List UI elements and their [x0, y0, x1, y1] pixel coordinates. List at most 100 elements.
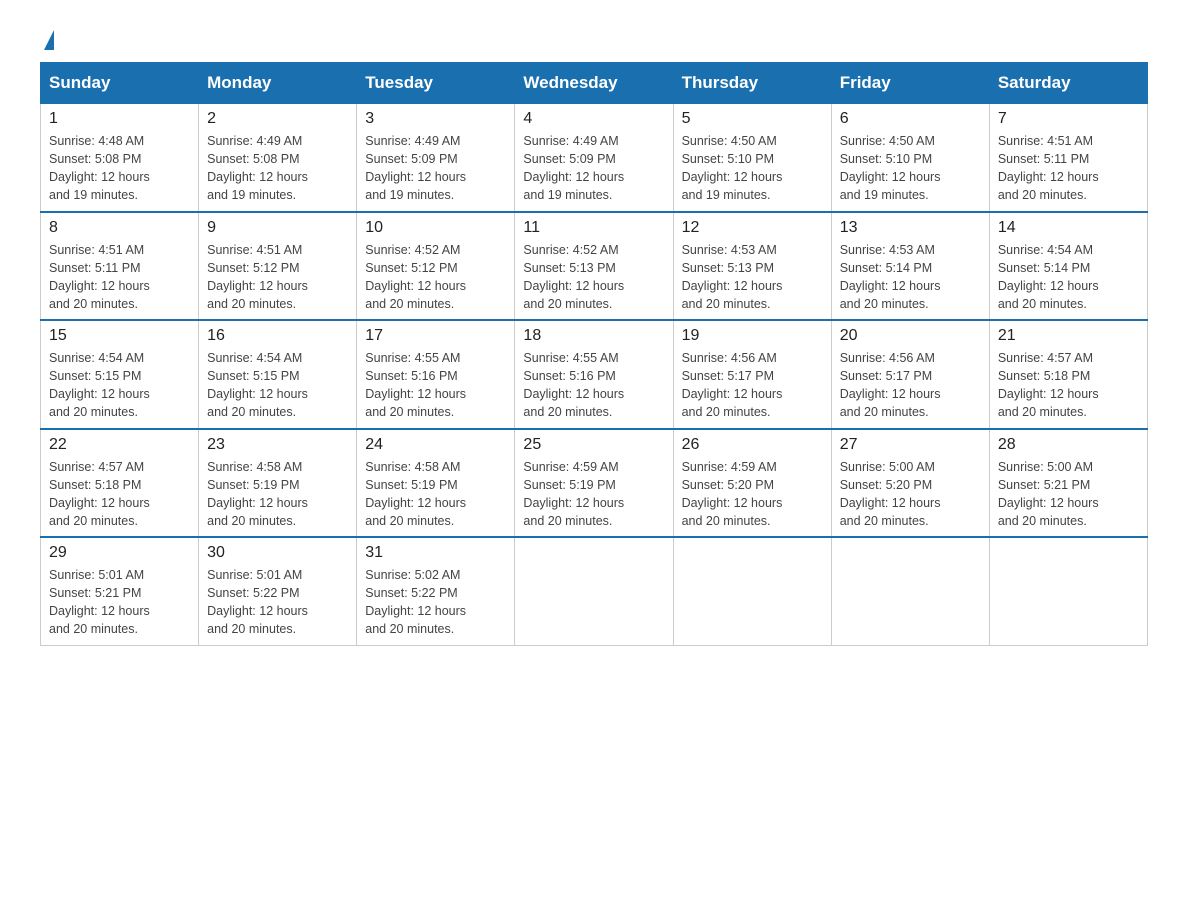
- day-number: 22: [49, 436, 190, 454]
- calendar-cell: 8Sunrise: 4:51 AMSunset: 5:11 PMDaylight…: [41, 212, 199, 321]
- calendar-cell: [831, 537, 989, 645]
- calendar-cell: 10 Sunrise: 4:52 AMSunset: 5:12 PMDayligh…: [357, 212, 515, 321]
- calendar-week-row: 15 Sunrise: 4:54 AMSunset: 5:15 PMDayligh…: [41, 320, 1148, 429]
- col-header-thursday: Thursday: [673, 63, 831, 104]
- calendar-cell: 16 Sunrise: 4:54 AMSunset: 5:15 PMDayligh…: [199, 320, 357, 429]
- calendar-cell: 12Sunrise: 4:53 AMSunset: 5:13 PMDayligh…: [673, 212, 831, 321]
- day-number: 30: [207, 544, 348, 562]
- day-info: Sunrise: 5:00 AMSunset: 5:21 PMDaylight:…: [998, 458, 1139, 531]
- col-header-monday: Monday: [199, 63, 357, 104]
- day-info: Sunrise: 5:01 AMSunset: 5:21 PMDaylight:…: [49, 566, 190, 639]
- day-info: Sunrise: 4:49 AMSunset: 5:09 PMDaylight:…: [365, 132, 506, 205]
- day-number: 13: [840, 219, 981, 237]
- day-info: Sunrise: 4:48 AMSunset: 5:08 PMDaylight:…: [49, 132, 190, 205]
- day-number: 14: [998, 219, 1139, 237]
- day-number: 20: [840, 327, 981, 345]
- day-info: Sunrise: 4:59 AMSunset: 5:20 PMDaylight:…: [682, 458, 823, 531]
- day-info: Sunrise: 4:56 AMSunset: 5:17 PMDaylight:…: [682, 349, 823, 422]
- calendar-cell: 28 Sunrise: 5:00 AMSunset: 5:21 PMDayligh…: [989, 429, 1147, 538]
- day-info: Sunrise: 4:54 AMSunset: 5:15 PMDaylight:…: [49, 349, 190, 422]
- calendar-cell: [989, 537, 1147, 645]
- day-info: Sunrise: 5:02 AMSunset: 5:22 PMDaylight:…: [365, 566, 506, 639]
- calendar-cell: [515, 537, 673, 645]
- logo-triangle-icon: [44, 30, 54, 50]
- day-info: Sunrise: 4:57 AMSunset: 5:18 PMDaylight:…: [998, 349, 1139, 422]
- calendar-cell: 4 Sunrise: 4:49 AMSunset: 5:09 PMDaylight…: [515, 104, 673, 212]
- day-number: 16: [207, 327, 348, 345]
- calendar-cell: 11 Sunrise: 4:52 AMSunset: 5:13 PMDayligh…: [515, 212, 673, 321]
- day-info: Sunrise: 4:49 AMSunset: 5:09 PMDaylight:…: [523, 132, 664, 205]
- page-header: [40, 30, 1148, 46]
- calendar-cell: 23 Sunrise: 4:58 AMSunset: 5:19 PMDayligh…: [199, 429, 357, 538]
- day-info: Sunrise: 4:58 AMSunset: 5:19 PMDaylight:…: [207, 458, 348, 531]
- calendar-cell: 2 Sunrise: 4:49 AMSunset: 5:08 PMDaylight…: [199, 104, 357, 212]
- calendar-cell: 14 Sunrise: 4:54 AMSunset: 5:14 PMDayligh…: [989, 212, 1147, 321]
- day-number: 6: [840, 110, 981, 128]
- day-number: 21: [998, 327, 1139, 345]
- calendar-week-row: 1Sunrise: 4:48 AMSunset: 5:08 PMDaylight…: [41, 104, 1148, 212]
- day-number: 15: [49, 327, 190, 345]
- day-number: 9: [207, 219, 348, 237]
- day-number: 24: [365, 436, 506, 454]
- calendar-cell: [673, 537, 831, 645]
- calendar-cell: 15 Sunrise: 4:54 AMSunset: 5:15 PMDayligh…: [41, 320, 199, 429]
- day-info: Sunrise: 4:49 AMSunset: 5:08 PMDaylight:…: [207, 132, 348, 205]
- calendar-cell: 24 Sunrise: 4:58 AMSunset: 5:19 PMDayligh…: [357, 429, 515, 538]
- calendar-cell: 17 Sunrise: 4:55 AMSunset: 5:16 PMDayligh…: [357, 320, 515, 429]
- calendar-cell: 19 Sunrise: 4:56 AMSunset: 5:17 PMDayligh…: [673, 320, 831, 429]
- day-number: 19: [682, 327, 823, 345]
- day-info: Sunrise: 4:50 AMSunset: 5:10 PMDaylight:…: [682, 132, 823, 205]
- day-info: Sunrise: 4:53 AMSunset: 5:13 PMDaylight:…: [682, 241, 823, 314]
- col-header-friday: Friday: [831, 63, 989, 104]
- day-info: Sunrise: 4:54 AMSunset: 5:15 PMDaylight:…: [207, 349, 348, 422]
- day-number: 10: [365, 219, 506, 237]
- calendar-cell: 21 Sunrise: 4:57 AMSunset: 5:18 PMDayligh…: [989, 320, 1147, 429]
- day-number: 11: [523, 219, 664, 237]
- calendar-cell: 30 Sunrise: 5:01 AMSunset: 5:22 PMDayligh…: [199, 537, 357, 645]
- calendar-week-row: 29 Sunrise: 5:01 AMSunset: 5:21 PMDayligh…: [41, 537, 1148, 645]
- day-number: 4: [523, 110, 664, 128]
- day-number: 28: [998, 436, 1139, 454]
- calendar-cell: 29 Sunrise: 5:01 AMSunset: 5:21 PMDayligh…: [41, 537, 199, 645]
- day-number: 17: [365, 327, 506, 345]
- calendar-cell: 18 Sunrise: 4:55 AMSunset: 5:16 PMDayligh…: [515, 320, 673, 429]
- day-info: Sunrise: 4:53 AMSunset: 5:14 PMDaylight:…: [840, 241, 981, 314]
- day-info: Sunrise: 4:52 AMSunset: 5:13 PMDaylight:…: [523, 241, 664, 314]
- day-number: 26: [682, 436, 823, 454]
- calendar-table: SundayMondayTuesdayWednesdayThursdayFrid…: [40, 62, 1148, 646]
- day-number: 25: [523, 436, 664, 454]
- calendar-cell: 22 Sunrise: 4:57 AMSunset: 5:18 PMDayligh…: [41, 429, 199, 538]
- calendar-cell: 1Sunrise: 4:48 AMSunset: 5:08 PMDaylight…: [41, 104, 199, 212]
- day-info: Sunrise: 4:52 AMSunset: 5:12 PMDaylight:…: [365, 241, 506, 314]
- calendar-cell: 9Sunrise: 4:51 AMSunset: 5:12 PMDaylight…: [199, 212, 357, 321]
- day-info: Sunrise: 5:01 AMSunset: 5:22 PMDaylight:…: [207, 566, 348, 639]
- day-number: 23: [207, 436, 348, 454]
- day-number: 18: [523, 327, 664, 345]
- logo: [40, 30, 54, 46]
- calendar-cell: 26 Sunrise: 4:59 AMSunset: 5:20 PMDayligh…: [673, 429, 831, 538]
- calendar-cell: 25 Sunrise: 4:59 AMSunset: 5:19 PMDayligh…: [515, 429, 673, 538]
- day-info: Sunrise: 5:00 AMSunset: 5:20 PMDaylight:…: [840, 458, 981, 531]
- calendar-header-row: SundayMondayTuesdayWednesdayThursdayFrid…: [41, 63, 1148, 104]
- day-number: 27: [840, 436, 981, 454]
- calendar-week-row: 8Sunrise: 4:51 AMSunset: 5:11 PMDaylight…: [41, 212, 1148, 321]
- day-info: Sunrise: 4:58 AMSunset: 5:19 PMDaylight:…: [365, 458, 506, 531]
- col-header-saturday: Saturday: [989, 63, 1147, 104]
- day-number: 3: [365, 110, 506, 128]
- day-number: 29: [49, 544, 190, 562]
- calendar-cell: 13 Sunrise: 4:53 AMSunset: 5:14 PMDayligh…: [831, 212, 989, 321]
- day-info: Sunrise: 4:55 AMSunset: 5:16 PMDaylight:…: [365, 349, 506, 422]
- calendar-week-row: 22 Sunrise: 4:57 AMSunset: 5:18 PMDayligh…: [41, 429, 1148, 538]
- day-info: Sunrise: 4:54 AMSunset: 5:14 PMDaylight:…: [998, 241, 1139, 314]
- calendar-cell: 5Sunrise: 4:50 AMSunset: 5:10 PMDaylight…: [673, 104, 831, 212]
- day-info: Sunrise: 4:59 AMSunset: 5:19 PMDaylight:…: [523, 458, 664, 531]
- day-info: Sunrise: 4:57 AMSunset: 5:18 PMDaylight:…: [49, 458, 190, 531]
- col-header-tuesday: Tuesday: [357, 63, 515, 104]
- calendar-cell: 20Sunrise: 4:56 AMSunset: 5:17 PMDayligh…: [831, 320, 989, 429]
- day-info: Sunrise: 4:51 AMSunset: 5:11 PMDaylight:…: [998, 132, 1139, 205]
- day-info: Sunrise: 4:55 AMSunset: 5:16 PMDaylight:…: [523, 349, 664, 422]
- day-number: 2: [207, 110, 348, 128]
- calendar-cell: 31Sunrise: 5:02 AMSunset: 5:22 PMDayligh…: [357, 537, 515, 645]
- col-header-sunday: Sunday: [41, 63, 199, 104]
- calendar-cell: 3 Sunrise: 4:49 AMSunset: 5:09 PMDaylight…: [357, 104, 515, 212]
